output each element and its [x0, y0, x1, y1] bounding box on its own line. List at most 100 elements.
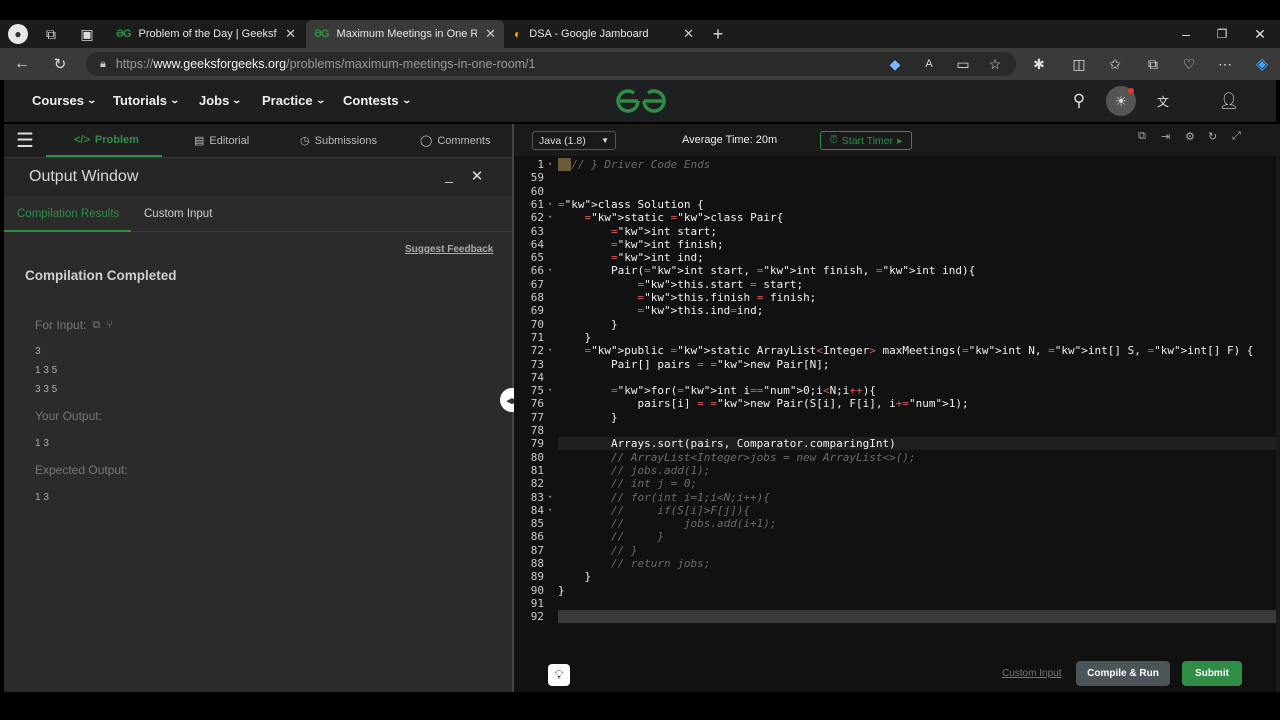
read-aloud-icon[interactable]: A [920, 56, 938, 72]
your-output-value: 1 3 [35, 438, 49, 449]
fold-arrow-icon[interactable]: ▾ [548, 213, 552, 221]
tab-comments[interactable]: ◯ Comments [420, 134, 491, 148]
nav-courses[interactable]: Courses ⌄ [32, 93, 97, 108]
settings-gear-icon[interactable]: ⚙ [1185, 130, 1195, 143]
code-line: // } [610, 530, 664, 544]
nav-tutorials[interactable]: Tutorials ⌄ [113, 93, 180, 108]
output-subtabs: Compilation Results Custom Input [4, 196, 512, 232]
branch-icon[interactable]: ⑂ [106, 319, 113, 331]
line-number: 77 [530, 410, 544, 424]
lightbulb-icon[interactable]: 💡︎ [548, 664, 570, 686]
line-number: 63 [530, 224, 544, 238]
fold-arrow-icon[interactable]: ▾ [548, 160, 552, 168]
copilot-icon[interactable]: ◈ [1252, 54, 1272, 74]
line-number: 80 [530, 450, 544, 464]
custom-input-link[interactable]: Custom Input [1002, 668, 1061, 679]
close-tab-icon[interactable]: ✕ [485, 26, 496, 42]
close-tab-icon[interactable]: ✕ [683, 26, 694, 42]
line-number: 76 [530, 397, 544, 411]
minimize-panel-icon[interactable]: _ [440, 166, 458, 184]
fold-arrow-icon[interactable]: ▾ [548, 346, 552, 354]
output-window-title: Output Window [29, 168, 139, 185]
code-editor[interactable]: 1 ▾ ▭▭// } Driver Code Ends 59 60 61 ▾ ="kw">cl… [514, 156, 1276, 626]
your-output-label: Your Output: [35, 409, 102, 423]
code-line: // jobs.add(i+1); [610, 517, 777, 531]
close-panel-icon[interactable]: ✕ [468, 167, 486, 185]
copy-icon[interactable]: ⧉ [92, 319, 100, 332]
fold-arrow-icon[interactable]: ▾ [548, 266, 552, 274]
site-navbar: Courses ⌄ Tutorials ⌄ Jobs ⌄ Practice ⌄ Cont… [4, 80, 1276, 122]
line-number: 59 [530, 171, 544, 185]
line-number: 85 [530, 517, 544, 531]
extensions-icon[interactable]: ✱ [1030, 56, 1048, 72]
suggest-feedback-link[interactable]: Suggest Feedback [405, 244, 493, 255]
browser-tab-potd[interactable]: ƏG Problem of the Day | GeeksforGe ✕ [108, 20, 304, 48]
nav-practice[interactable]: Practice ⌄ [262, 93, 326, 108]
translate-icon[interactable]: 文 [1152, 90, 1174, 112]
fold-arrow-icon[interactable]: ▾ [548, 493, 552, 501]
copy-code-icon[interactable]: ⧉ [1138, 130, 1146, 143]
tab-title: Problem of the Day | GeeksforGe [138, 28, 278, 40]
coupon-icon[interactable]: ◆ [886, 56, 904, 72]
split-screen-icon[interactable]: ◫ [1070, 56, 1088, 72]
line-number: 87 [530, 543, 544, 557]
app-available-icon[interactable]: ▭ [954, 56, 972, 72]
subtab-compilation-results[interactable]: Compilation Results [17, 208, 119, 220]
reset-icon[interactable]: ↻ [1208, 130, 1217, 143]
fold-arrow-icon[interactable]: ▾ [548, 386, 552, 394]
code-line: } [558, 317, 618, 331]
start-timer-button[interactable]: ⏰︎ Start Timer ▸ [820, 131, 912, 150]
url-domain: www.geeksforgeeks.org [153, 57, 287, 71]
top-black-bar [0, 0, 1280, 20]
language-select[interactable]: Java (1.8) ▼ [532, 131, 616, 150]
upload-icon[interactable]: ⇥ [1161, 130, 1170, 143]
compile-run-button[interactable]: Compile & Run [1076, 661, 1170, 686]
back-icon[interactable]: ← [12, 54, 32, 74]
hamburger-menu-icon[interactable]: ☰ [14, 130, 36, 152]
favorites-icon[interactable]: ✩ [1106, 56, 1124, 72]
profile-icon[interactable]: ● [8, 24, 28, 44]
tab-submissions[interactable]: ◷ Submissions [300, 134, 377, 148]
fold-arrow-icon[interactable]: ▾ [548, 506, 552, 514]
tab-problem[interactable]: </> Problem [74, 134, 139, 146]
average-time: Average Time: 20m [682, 134, 778, 146]
code-line: Pair(="kw">int start, ="kw">int finish, … [558, 264, 976, 278]
jamboard-icon: ◐ [514, 27, 522, 41]
submit-button[interactable]: Submit [1182, 661, 1242, 686]
fold-arrow-icon[interactable]: ▾ [548, 200, 552, 208]
language-value: Java (1.8) [539, 134, 586, 147]
browser-tab-jamboard[interactable]: ◐ DSA - Google Jamboard ✕ [506, 20, 702, 48]
search-icon[interactable]: ⚲ [1068, 90, 1090, 112]
close-tab-icon[interactable]: ✕ [285, 26, 296, 42]
close-window-icon[interactable]: ✕ [1250, 24, 1270, 44]
workspaces-icon[interactable]: ⧉ [42, 26, 60, 42]
new-tab-icon[interactable]: + [708, 24, 728, 44]
subtab-custom-input[interactable]: Custom Input [144, 208, 212, 220]
notification-dot [1128, 88, 1134, 94]
tab-editorial[interactable]: ▤ Editorial [194, 134, 249, 148]
nav-contests[interactable]: Contests ⌄ [343, 93, 412, 108]
for-input-row: For Input: ⧉ ⑂ [35, 318, 113, 332]
output-window: Output Window _ ✕ Compilation Results Cu… [4, 158, 512, 692]
browser-essentials-icon[interactable]: ♡ [1180, 56, 1198, 72]
scrollbar[interactable] [1276, 124, 1280, 692]
refresh-icon[interactable]: ↻ [50, 54, 70, 74]
fullscreen-icon[interactable]: ⤢ [1232, 130, 1241, 143]
restore-icon[interactable]: ❐ [1212, 24, 1232, 44]
gfg-logo[interactable] [616, 88, 666, 114]
input-line: 3 [35, 346, 41, 357]
code-line: ="kw">this.finish = finish; [637, 291, 817, 304]
code-line: // int j = 0; [610, 477, 698, 491]
user-account-icon[interactable]: 👤︎ [1216, 88, 1242, 114]
url-input[interactable]: 🔒︎ https://www.geeksforgeeks.org/problem… [86, 52, 1016, 76]
tab-actions-icon[interactable]: ▣ [78, 26, 96, 42]
favorite-star-icon[interactable]: ☆ [986, 56, 1004, 72]
code-icon: </> [74, 134, 90, 146]
more-menu-icon[interactable]: ⋯ [1216, 56, 1234, 72]
collections-icon[interactable]: ⧉ [1144, 56, 1162, 72]
browser-tab-max-meetings[interactable]: ƏG Maximum Meetings in One Room ✕ [306, 20, 504, 48]
minimize-icon[interactable]: – [1176, 24, 1196, 44]
code-line: // for(int i=1;i<N;i++){ [610, 490, 770, 504]
nav-jobs[interactable]: Jobs ⌄ [199, 93, 242, 108]
line-number: 1 [537, 158, 544, 171]
